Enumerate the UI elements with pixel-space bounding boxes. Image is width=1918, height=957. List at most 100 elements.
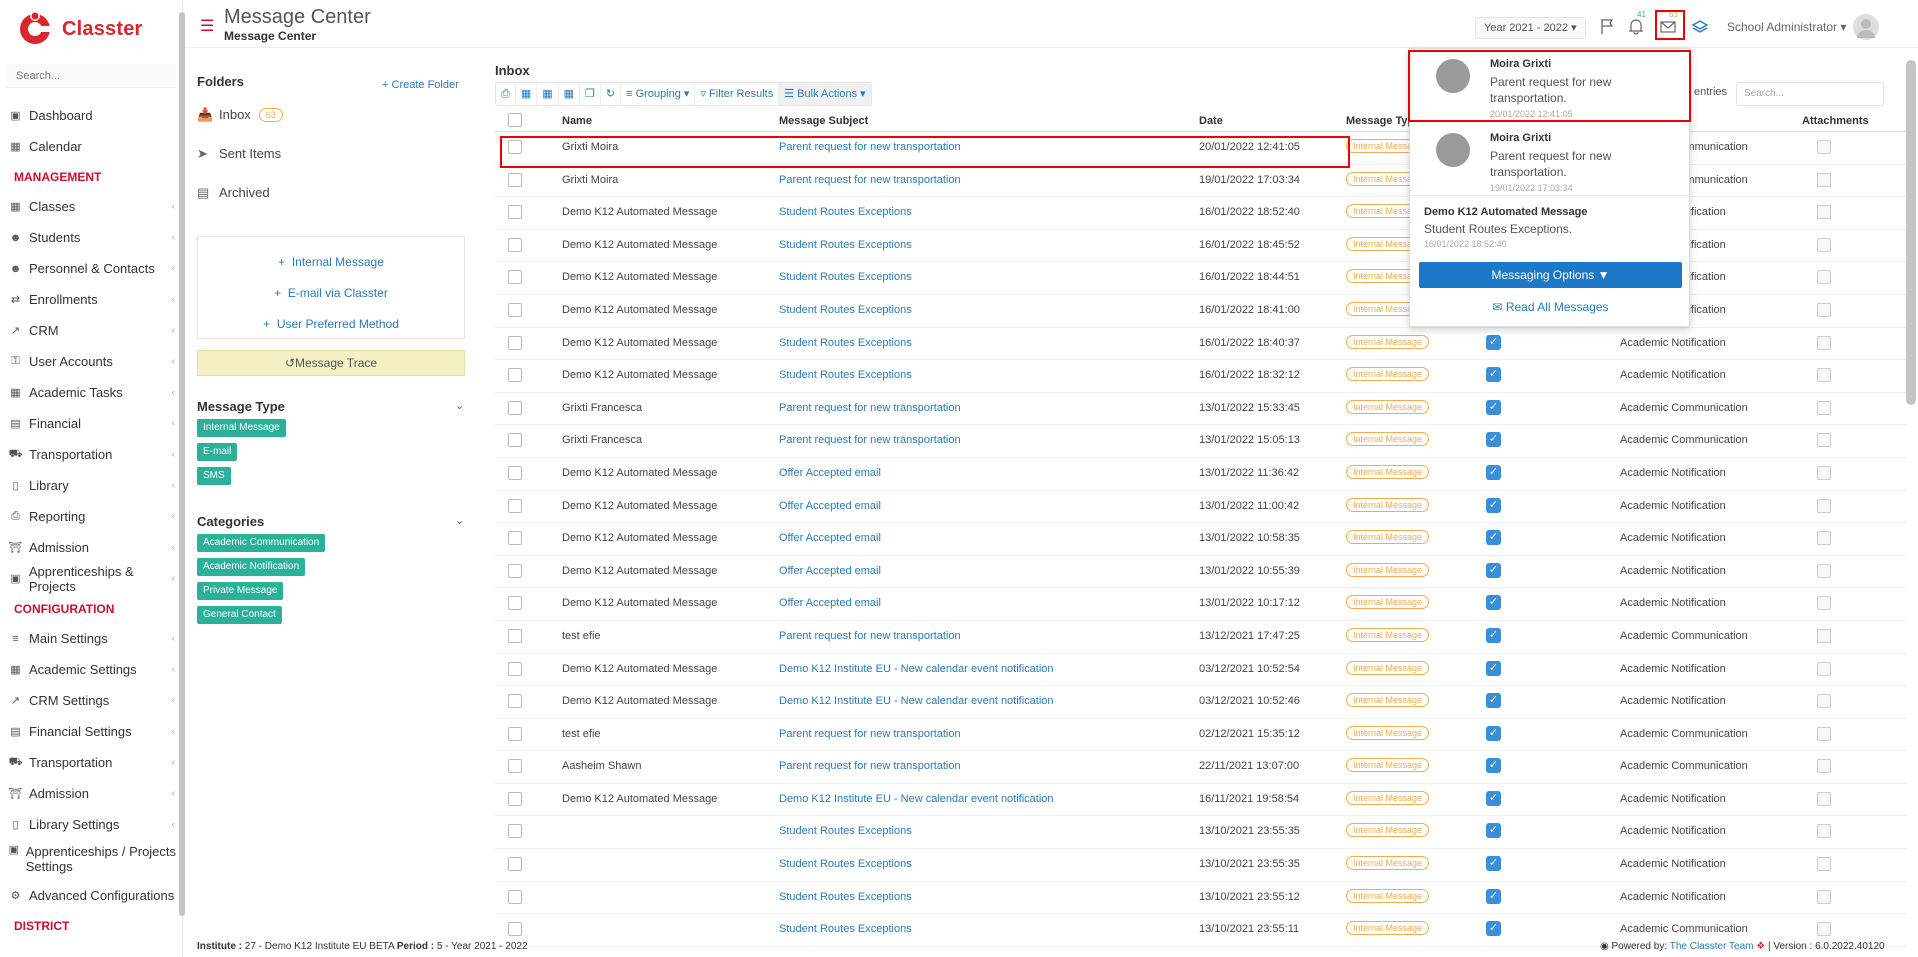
table-row[interactable]: Demo K12 Automated Message Offer Accepted… <box>495 458 1907 491</box>
table-row[interactable]: Demo K12 Automated Message Student Routes… <box>495 230 1907 263</box>
table-row[interactable]: Student Routes Exceptions 13/10/2021 23:5… <box>495 882 1907 915</box>
row-checkbox[interactable] <box>508 726 522 741</box>
category-tag[interactable]: General Contact <box>197 606 282 624</box>
row-subject-link[interactable]: Student Routes Exceptions <box>779 923 912 935</box>
table-row[interactable]: Grixti Francesca Parent request for new t… <box>495 393 1907 426</box>
category-tag[interactable]: Private Message <box>197 582 284 600</box>
table-row[interactable]: test efie Parent request for new transpor… <box>495 621 1907 654</box>
row-checkbox[interactable] <box>508 205 522 220</box>
table-row[interactable]: Student Routes Exceptions 13/10/2021 23:5… <box>495 849 1907 882</box>
sidebar-item-students[interactable]: ☻ Students ‹ <box>0 222 183 253</box>
attachment-checkbox[interactable] <box>1817 661 1831 676</box>
row-checkbox[interactable] <box>508 465 522 480</box>
attachment-checkbox[interactable] <box>1817 759 1831 774</box>
row-subject-link[interactable]: Offer Accepted email <box>779 597 881 609</box>
row-checkbox[interactable] <box>508 694 522 709</box>
message-type-tag[interactable]: Internal Message <box>197 419 286 437</box>
row-subject-link[interactable]: Student Routes Exceptions <box>779 858 912 870</box>
row-checkbox[interactable] <box>508 791 522 806</box>
row-checkbox[interactable] <box>508 498 522 513</box>
row-subject-link[interactable]: Student Routes Exceptions <box>779 825 912 837</box>
row-subject-link[interactable]: Student Routes Exceptions <box>779 304 912 316</box>
category-tag[interactable]: Academic Notification <box>197 558 306 576</box>
row-subject-link[interactable]: Demo K12 Institute EU - New calendar eve… <box>779 695 1054 707</box>
check-icon[interactable]: ✓ <box>1486 921 1501 937</box>
table-row[interactable]: Demo K12 Automated Message Demo K12 Insti… <box>495 654 1907 687</box>
dropdown-message[interactable]: Demo K12 Automated Message Student Route… <box>1410 199 1691 255</box>
sidebar-item-user-accounts[interactable]: ⚿ User Accounts ‹ <box>0 346 183 377</box>
export-pdf-icon[interactable]: ▦ <box>559 83 581 105</box>
create-folder-button[interactable]: + Create Folder <box>382 79 459 91</box>
row-checkbox[interactable] <box>508 270 522 285</box>
export-csv-icon[interactable]: ▦ <box>537 83 559 105</box>
sidebar-item-financial[interactable]: ▤ Financial ‹ <box>0 408 183 439</box>
message-type-tag[interactable]: SMS <box>197 467 231 485</box>
new-email-link[interactable]: + E-mail via Classter <box>198 278 464 309</box>
col-name[interactable]: Name <box>562 115 592 127</box>
row-subject-link[interactable]: Parent request for new transportation <box>779 728 961 740</box>
dropdown-message[interactable]: Moira Grixti Parent request for new tran… <box>1410 124 1691 196</box>
row-subject-link[interactable]: Demo K12 Institute EU - New calendar eve… <box>779 663 1054 675</box>
row-subject-link[interactable]: Student Routes Exceptions <box>779 239 912 251</box>
row-checkbox[interactable] <box>508 368 522 383</box>
col-date[interactable]: Date <box>1199 115 1223 127</box>
row-subject-link[interactable]: Parent request for new transportation <box>779 760 961 772</box>
read-all-messages-link[interactable]: ✉ Read All Messages <box>1410 300 1691 314</box>
check-icon[interactable]: ✓ <box>1486 464 1501 480</box>
attachment-checkbox[interactable] <box>1817 465 1831 480</box>
check-icon[interactable]: ✓ <box>1486 823 1501 839</box>
sidebar-search-input[interactable] <box>6 64 176 88</box>
layers-icon[interactable] <box>1688 14 1712 38</box>
row-subject-link[interactable]: Student Routes Exceptions <box>779 206 912 218</box>
sidebar-item-crm[interactable]: ↗ CRM ‹ <box>0 315 183 346</box>
row-checkbox[interactable] <box>508 922 522 937</box>
table-row[interactable]: Grixti Francesca Parent request for new t… <box>495 425 1907 458</box>
sidebar-scrollbar[interactable] <box>179 12 185 916</box>
row-subject-link[interactable]: Parent request for new transportation <box>779 174 961 186</box>
row-subject-link[interactable]: Demo K12 Institute EU - New calendar eve… <box>779 793 1054 805</box>
row-subject-link[interactable]: Parent request for new transportation <box>779 434 961 446</box>
sidebar-item-advanced-configurations[interactable]: ⚙ Advanced Configurations ‹ <box>0 880 183 911</box>
row-subject-link[interactable]: Offer Accepted email <box>779 565 881 577</box>
row-checkbox[interactable] <box>508 889 522 904</box>
check-icon[interactable]: ✓ <box>1486 856 1501 872</box>
row-subject-link[interactable]: Parent request for new transportation <box>779 630 961 642</box>
check-icon[interactable]: ✓ <box>1486 758 1501 774</box>
attachment-checkbox[interactable] <box>1817 857 1831 872</box>
attachment-checkbox[interactable] <box>1817 726 1831 741</box>
table-row[interactable]: Demo K12 Automated Message Student Routes… <box>495 295 1907 328</box>
check-icon[interactable]: ✓ <box>1486 562 1501 578</box>
row-checkbox[interactable] <box>508 857 522 872</box>
table-row[interactable]: Demo K12 Automated Message Student Routes… <box>495 262 1907 295</box>
sidebar-item-dashboard[interactable]: ▣ Dashboard <box>0 100 183 131</box>
attachment-checkbox[interactable] <box>1817 237 1831 252</box>
row-checkbox[interactable] <box>508 824 522 839</box>
chevron-down-icon[interactable]: ⌄ <box>455 514 464 527</box>
check-icon[interactable]: ✓ <box>1486 367 1501 383</box>
table-row[interactable]: Demo K12 Automated Message Offer Accepted… <box>495 556 1907 589</box>
chevron-down-icon[interactable]: ⌄ <box>455 399 464 412</box>
row-checkbox[interactable] <box>508 628 522 643</box>
attachment-checkbox[interactable] <box>1817 498 1831 513</box>
col-attachments[interactable]: Attachments <box>1802 115 1869 127</box>
attachment-checkbox[interactable] <box>1817 205 1831 220</box>
col-subject[interactable]: Message Subject <box>779 115 868 127</box>
sidebar-item-calendar[interactable]: ▦ Calendar <box>0 131 183 162</box>
sidebar-item-financial-settings[interactable]: ▤ Financial Settings ‹ <box>0 716 183 747</box>
row-subject-link[interactable]: Offer Accepted email <box>779 532 881 544</box>
attachment-checkbox[interactable] <box>1817 628 1831 643</box>
message-type-tag[interactable]: E-mail <box>197 443 238 461</box>
attachment-checkbox[interactable] <box>1817 335 1831 350</box>
new-preferred-link[interactable]: + User Preferred Method <box>198 309 464 340</box>
attachment-checkbox[interactable] <box>1817 368 1831 383</box>
check-icon[interactable]: ✓ <box>1486 334 1501 350</box>
sidebar-item-admission[interactable]: ⛩ Admission ‹ <box>0 532 183 563</box>
check-icon[interactable]: ✓ <box>1486 725 1501 741</box>
table-row[interactable]: Demo K12 Automated Message Demo K12 Insti… <box>495 686 1907 719</box>
sidebar-item-transportation[interactable]: ⛟ Transportation ‹ <box>0 747 183 778</box>
sidebar-item-academic-tasks[interactable]: ▦ Academic Tasks ‹ <box>0 377 183 408</box>
sidebar-item-reporting[interactable]: ⎙ Reporting ‹ <box>0 501 183 532</box>
row-subject-link[interactable]: Parent request for new transportation <box>779 402 961 414</box>
classter-logo[interactable]: Classter <box>18 10 143 48</box>
row-checkbox[interactable] <box>508 433 522 448</box>
